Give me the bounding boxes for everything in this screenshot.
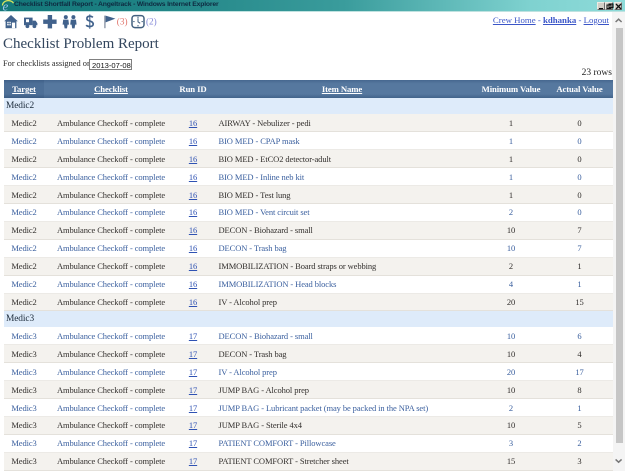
svg-text:(3): (3): [117, 17, 128, 27]
svg-text:(2): (2): [146, 17, 157, 27]
